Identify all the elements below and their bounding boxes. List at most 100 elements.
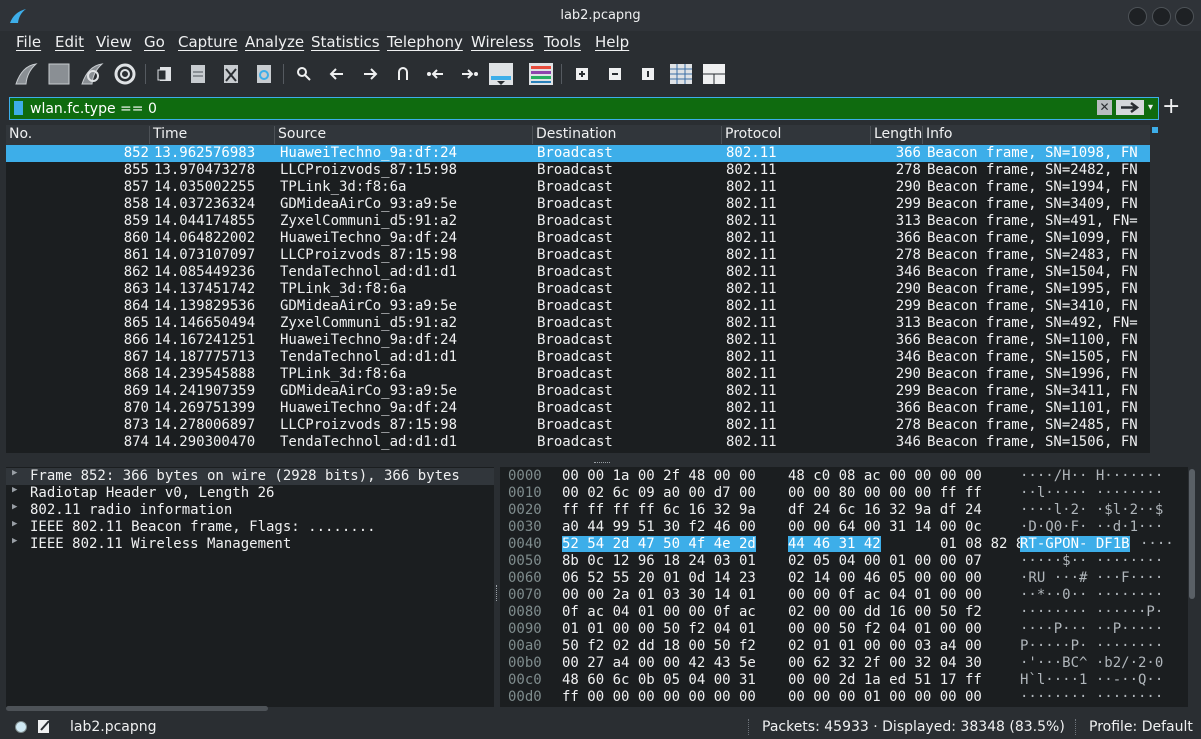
open-file-icon[interactable] (151, 60, 179, 88)
packet-row[interactable]: 859 14.044174855 ZyxelCommuni_d5:91:a2 Broa… (6, 213, 1150, 230)
packet-row[interactable]: 862 14.085449236 TendaTechnol_ad:d1:d1 Broa… (6, 264, 1150, 281)
status-profile[interactable]: Profile: Default (1089, 719, 1193, 735)
go-forward-icon[interactable] (356, 60, 384, 88)
bytes-row[interactable]: 0020 ff ff ff ff 6c 16 32 9a df 24 6c 16 3… (500, 502, 1188, 519)
bytes-row[interactable]: 00c0 48 60 6c 0b 05 04 00 31 00 00 2d 1a e… (500, 672, 1188, 689)
bytes-row[interactable]: 0060 06 52 55 20 01 0d 14 23 02 14 00 46 0… (500, 570, 1188, 587)
packet-row[interactable]: 873 14.278006897 LLCProizvods_87:15:98 Broa… (6, 417, 1150, 434)
stop-capture-icon[interactable] (45, 60, 73, 88)
bytes-scrollbar[interactable] (1188, 467, 1196, 707)
minimize-button[interactable] (1128, 7, 1147, 26)
details-row-wireless-mgmt[interactable]: ▶ IEEE 802.11 Wireless Management (6, 536, 494, 553)
normal-size-icon[interactable] (634, 60, 662, 88)
bytes-row[interactable]: 0090 01 01 00 00 50 f2 04 01 00 00 50 f2 0… (500, 621, 1188, 638)
bytes-row[interactable]: 0030 a0 44 99 51 30 f2 46 00 00 00 64 00 3… (500, 519, 1188, 536)
bytes-row[interactable]: 00a0 50 f2 02 dd 18 00 50 f2 02 01 01 00 0… (500, 638, 1188, 655)
last-packet-icon[interactable] (455, 60, 483, 88)
details-horizontal-scrollbar[interactable] (6, 706, 268, 711)
resize-columns-icon[interactable] (667, 60, 695, 88)
details-row-radio-info[interactable]: ▶ 802.11 radio information (6, 502, 494, 519)
packet-row[interactable]: 857 14.035002255 TPLink_3d:f8:6a Broadcast 8… (6, 179, 1150, 196)
packet-list[interactable]: 852 13.962576983 HuaweiTechno_9a:df:24 Broa… (6, 145, 1150, 453)
column-header-protocol[interactable]: Protocol (722, 126, 871, 144)
find-packet-icon[interactable] (290, 60, 318, 88)
close-window-button[interactable] (1175, 7, 1194, 26)
details-row-frame[interactable]: ▶ Frame 852: 366 bytes on wire (2928 bit… (6, 468, 494, 485)
menu-telephony[interactable]: Telephony (387, 33, 463, 51)
packet-row[interactable]: 870 14.269751399 HuaweiTechno_9a:df:24 Broa… (6, 400, 1150, 417)
expand-arrow-icon[interactable]: ▶ (12, 502, 17, 512)
zoom-in-icon[interactable] (568, 60, 596, 88)
menu-statistics[interactable]: Statistics (311, 33, 380, 51)
add-filter-button[interactable]: + (1162, 95, 1180, 119)
packet-row[interactable]: 864 14.139829536 GDMideaAirCo_93:a9:5e Broa… (6, 298, 1150, 315)
menu-file[interactable]: File (16, 33, 41, 51)
bytes-row[interactable]: 0050 8b 0c 12 96 18 24 03 01 02 05 04 00 0… (500, 553, 1188, 570)
menu-tools[interactable]: Tools (544, 33, 581, 51)
menu-view[interactable]: View (96, 33, 132, 51)
column-header-time[interactable]: Time (150, 126, 275, 144)
apply-filter-button[interactable] (1116, 100, 1144, 115)
packet-row[interactable]: 858 14.037236324 GDMideaAirCo_93:a9:5e Broa… (6, 196, 1150, 213)
expand-arrow-icon[interactable]: ▶ (12, 536, 17, 546)
column-header-no[interactable]: No. (6, 126, 150, 144)
packet-row[interactable]: 868 14.239545888 TPLink_3d:f8:6a Broadcast 8… (6, 366, 1150, 383)
details-row-radiotap[interactable]: ▶ Radiotap Header v0, Length 26 (6, 485, 494, 502)
go-to-packet-icon[interactable] (389, 60, 417, 88)
filter-bookmark-icon[interactable] (14, 101, 23, 115)
first-packet-icon[interactable] (422, 60, 450, 88)
scrollbar-thumb[interactable] (1189, 469, 1195, 599)
filter-history-dropdown[interactable]: ▾ (1148, 100, 1158, 115)
bytes-row[interactable]: 00b0 00 27 a4 00 00 42 43 5e 00 62 32 2f 0… (500, 655, 1188, 672)
menu-wireless[interactable]: Wireless (471, 33, 534, 51)
maximize-button[interactable] (1152, 7, 1171, 26)
expert-info-icon[interactable] (15, 721, 27, 733)
packet-row[interactable]: 866 14.167241251 HuaweiTechno_9a:df:24 Broa… (6, 332, 1150, 349)
packet-row[interactable]: 852 13.962576983 HuaweiTechno_9a:df:24 Broa… (6, 145, 1150, 162)
layout-icon[interactable] (700, 60, 728, 88)
column-header-info[interactable]: Info (923, 126, 1150, 144)
autoscroll-icon[interactable] (487, 60, 515, 88)
bytes-row[interactable]: 0000 00 00 1a 00 2f 48 00 00 48 c0 08 ac 0… (500, 468, 1188, 485)
expand-arrow-icon[interactable]: ▶ (12, 519, 17, 529)
details-row-beacon[interactable]: ▶ IEEE 802.11 Beacon frame, Flags: .....… (6, 519, 494, 536)
packet-list-scrollbar[interactable] (1150, 125, 1160, 455)
column-header-length[interactable]: Length (871, 126, 923, 144)
bytes-row[interactable]: 0040 52 54 2d 47 50 4f 4e 2d 44 46 31 42 01… (500, 536, 1188, 553)
packet-row[interactable]: 874 14.290300470 TendaTechnol_ad:d1:d1 Broa… (6, 434, 1150, 451)
packet-row[interactable]: 855 13.970473278 LLCProizvods_87:15:98 Broa… (6, 162, 1150, 179)
packet-bytes-pane[interactable]: 0000 00 00 1a 00 2f 48 00 00 48 c0 08 ac 0… (500, 467, 1188, 707)
packet-row[interactable]: 869 14.241907359 GDMideaAirCo_93:a9:5e Broa… (6, 383, 1150, 400)
colorize-icon[interactable] (527, 60, 555, 88)
zoom-out-icon[interactable] (601, 60, 629, 88)
expand-arrow-icon[interactable]: ▶ (12, 485, 17, 495)
close-file-icon[interactable] (217, 60, 245, 88)
bytes-row[interactable]: 0080 0f ac 04 01 00 00 0f ac 02 00 00 dd 1… (500, 604, 1188, 621)
clear-filter-button[interactable]: ✕ (1097, 100, 1112, 115)
column-header-destination[interactable]: Destination (533, 126, 722, 144)
capture-options-icon[interactable] (111, 60, 139, 88)
packet-details-pane[interactable]: ▶ Frame 852: 366 bytes on wire (2928 bit… (6, 467, 494, 707)
column-header-source[interactable]: Source (275, 126, 533, 144)
scrollbar-thumb[interactable] (1152, 127, 1158, 133)
reload-file-icon[interactable] (250, 60, 278, 88)
menu-capture[interactable]: Capture (178, 33, 238, 51)
go-back-icon[interactable] (323, 60, 351, 88)
menu-go[interactable]: Go (144, 33, 165, 51)
restart-capture-icon[interactable] (78, 60, 106, 88)
packet-row[interactable]: 861 14.073107097 LLCProizvods_87:15:98 Broa… (6, 247, 1150, 264)
menu-help[interactable]: Help (595, 33, 629, 51)
display-filter-input[interactable] (28, 99, 1102, 118)
pane-splitter-handle[interactable] (496, 585, 499, 601)
packet-row[interactable]: 865 14.146650494 ZyxelCommuni_d5:91:a2 Broa… (6, 315, 1150, 332)
capture-comment-icon[interactable] (37, 718, 51, 734)
packet-row[interactable]: 863 14.137451742 TPLink_3d:f8:6a Broadcast 8… (6, 281, 1150, 298)
menu-analyze[interactable]: Analyze (245, 33, 304, 51)
save-file-icon[interactable] (184, 60, 212, 88)
bytes-row[interactable]: 00d0 ff 00 00 00 00 00 00 00 00 00 00 01 0… (500, 689, 1188, 706)
expand-arrow-icon[interactable]: ▶ (12, 468, 17, 478)
bytes-row[interactable]: 0010 00 02 6c 09 a0 00 d7 00 00 00 80 00 0… (500, 485, 1188, 502)
packet-row[interactable]: 860 14.064822002 HuaweiTechno_9a:df:24 Broa… (6, 230, 1150, 247)
packet-row[interactable]: 867 14.187775713 TendaTechnol_ad:d1:d1 Broa… (6, 349, 1150, 366)
menu-edit[interactable]: Edit (55, 33, 84, 51)
